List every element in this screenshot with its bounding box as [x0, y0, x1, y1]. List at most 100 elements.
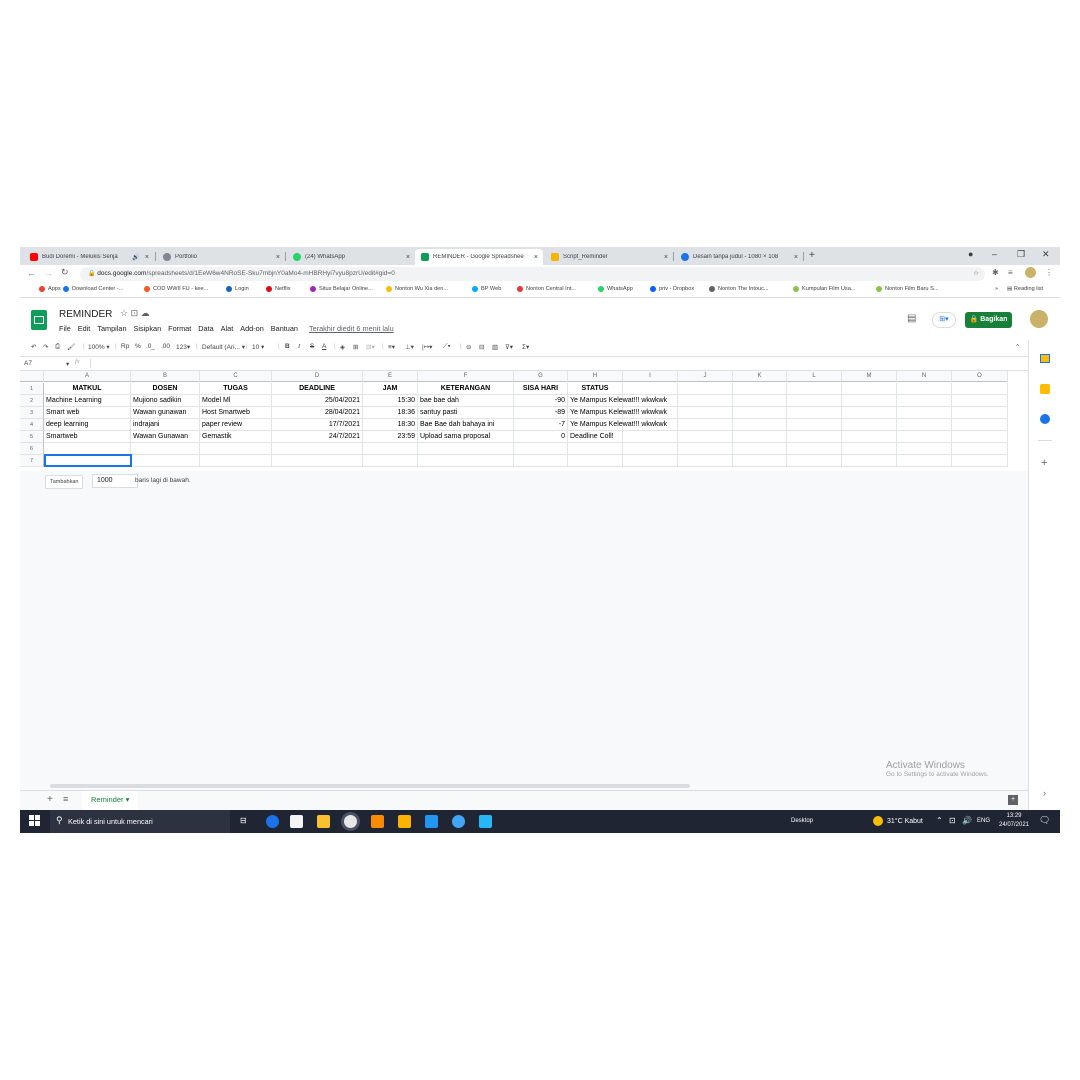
row-header[interactable]: 4: [20, 419, 44, 431]
table-cell[interactable]: [678, 395, 733, 407]
table-cell[interactable]: 18:36: [363, 407, 418, 419]
table-cell[interactable]: [897, 395, 952, 407]
header-cell[interactable]: STATUS: [568, 383, 623, 395]
select-all-corner[interactable]: [20, 371, 44, 382]
table-cell[interactable]: [897, 407, 952, 419]
borders-icon[interactable]: ⊞: [353, 343, 358, 351]
table-cell[interactable]: [363, 455, 418, 467]
column-header[interactable]: I: [623, 371, 678, 382]
close-tab-icon[interactable]: ×: [794, 254, 798, 261]
header-cell[interactable]: [787, 383, 842, 395]
tab-script-reminder[interactable]: Script_Reminder ×: [545, 249, 673, 265]
currency-button[interactable]: Rp: [121, 343, 129, 350]
bookmark-item[interactable]: BP Web: [472, 286, 501, 292]
formula-input[interactable]: [94, 358, 1024, 369]
table-cell[interactable]: Bae Bae dah bahaya ini: [418, 419, 514, 431]
header-cell[interactable]: JAM: [363, 383, 418, 395]
table-cell[interactable]: [787, 443, 842, 455]
sublime-text-icon[interactable]: [398, 815, 411, 828]
table-cell[interactable]: 24/7/2021: [272, 431, 363, 443]
header-cell[interactable]: SISA HARI: [514, 383, 568, 395]
bookmarks-more[interactable]: »: [995, 286, 998, 292]
table-cell[interactable]: [733, 455, 787, 467]
table-cell[interactable]: santuy pasti: [418, 407, 514, 419]
back-icon[interactable]: ←: [27, 268, 36, 278]
text-wrap-icon[interactable]: |↦▾: [422, 343, 432, 351]
table-cell[interactable]: [842, 395, 897, 407]
zoom-select[interactable]: 100% ▾: [88, 343, 110, 351]
column-header[interactable]: O: [952, 371, 1008, 382]
table-cell[interactable]: -7: [514, 419, 568, 431]
table-cell[interactable]: [842, 443, 897, 455]
table-cell[interactable]: paper review: [200, 419, 272, 431]
row-header[interactable]: 3: [20, 407, 44, 419]
tab-canva[interactable]: Desain tanpa judul - 1080 × 108 ×: [675, 249, 803, 265]
collapse-toolbar-icon[interactable]: ⌃: [1015, 343, 1020, 351]
tasks-icon[interactable]: [1040, 414, 1050, 424]
forward-icon[interactable]: →: [44, 268, 53, 278]
font-size-select[interactable]: 10 ▾: [252, 343, 264, 351]
task-view-icon[interactable]: ⊟: [240, 816, 247, 825]
table-cell[interactable]: 0: [514, 431, 568, 443]
table-cell[interactable]: [952, 407, 1008, 419]
clock[interactable]: 13:29 24/07/2021: [996, 812, 1032, 830]
table-cell[interactable]: [678, 407, 733, 419]
header-cell[interactable]: [678, 383, 733, 395]
account-avatar[interactable]: [1030, 310, 1048, 328]
column-header[interactable]: E: [363, 371, 418, 382]
table-cell[interactable]: [678, 455, 733, 467]
github-desktop-icon[interactable]: [452, 815, 465, 828]
show-side-panel-icon[interactable]: ›: [1043, 788, 1046, 798]
table-cell[interactable]: [733, 443, 787, 455]
notifications-icon[interactable]: 🗨: [1039, 815, 1050, 826]
edge-icon[interactable]: [266, 815, 279, 828]
table-cell[interactable]: [623, 395, 678, 407]
table-cell[interactable]: Wawan gunawan: [131, 407, 200, 419]
insert-link-icon[interactable]: ⊖: [466, 343, 471, 351]
table-cell[interactable]: [952, 419, 1008, 431]
table-cell[interactable]: [363, 443, 418, 455]
menu-item[interactable]: Add-on: [240, 324, 264, 333]
strikethrough-icon[interactable]: S: [310, 343, 314, 350]
table-cell[interactable]: [418, 443, 514, 455]
table-cell[interactable]: [897, 443, 952, 455]
table-cell[interactable]: indrajani: [131, 419, 200, 431]
table-cell[interactable]: [200, 443, 272, 455]
new-tab-button[interactable]: +: [809, 250, 815, 261]
name-box[interactable]: A7: [24, 360, 32, 367]
row-header[interactable]: 2: [20, 395, 44, 407]
table-cell[interactable]: Ye Mampus Kelewat!!! wkwkwk: [568, 419, 667, 431]
column-header[interactable]: N: [897, 371, 952, 382]
insert-comment-icon[interactable]: ⊟: [479, 343, 484, 351]
table-cell[interactable]: [418, 455, 514, 467]
table-cell[interactable]: Ye Mampus Kelewat!!! wkwkwk: [568, 407, 667, 419]
bookmark-item[interactable]: Kumpulan Film Usa...: [793, 286, 855, 292]
column-header[interactable]: L: [787, 371, 842, 382]
table-cell[interactable]: Mujiono sadikin: [131, 395, 200, 407]
horizontal-scrollbar[interactable]: [50, 784, 690, 788]
table-cell[interactable]: [568, 455, 623, 467]
bookmark-item[interactable]: Netflix: [266, 286, 291, 292]
table-cell[interactable]: [842, 431, 897, 443]
table-cell[interactable]: Deadline Coll!: [568, 431, 623, 443]
header-cell[interactable]: [952, 383, 1008, 395]
header-cell[interactable]: [733, 383, 787, 395]
store-icon[interactable]: [290, 815, 303, 828]
table-cell[interactable]: [897, 455, 952, 467]
table-cell[interactable]: Upload sama proposal: [418, 431, 514, 443]
table-cell[interactable]: -90: [514, 395, 568, 407]
table-cell[interactable]: deep learning: [44, 419, 131, 431]
table-cell[interactable]: [568, 443, 623, 455]
table-cell[interactable]: 15:30: [363, 395, 418, 407]
vertical-align-icon[interactable]: ⊥▾: [405, 343, 414, 351]
reading-list-icon[interactable]: ≡: [1008, 268, 1013, 277]
table-cell[interactable]: 17/7/2021: [272, 419, 363, 431]
table-cell[interactable]: Smart web: [44, 407, 131, 419]
table-cell[interactable]: [678, 419, 733, 431]
table-cell[interactable]: [787, 455, 842, 467]
add-rows-button[interactable]: Tambahkan: [45, 475, 84, 489]
column-header[interactable]: G: [514, 371, 568, 382]
column-header[interactable]: D: [272, 371, 363, 382]
bookmark-item[interactable]: Nonton The Intouc...: [709, 286, 769, 292]
decrease-decimal-button[interactable]: .0_: [146, 343, 155, 350]
